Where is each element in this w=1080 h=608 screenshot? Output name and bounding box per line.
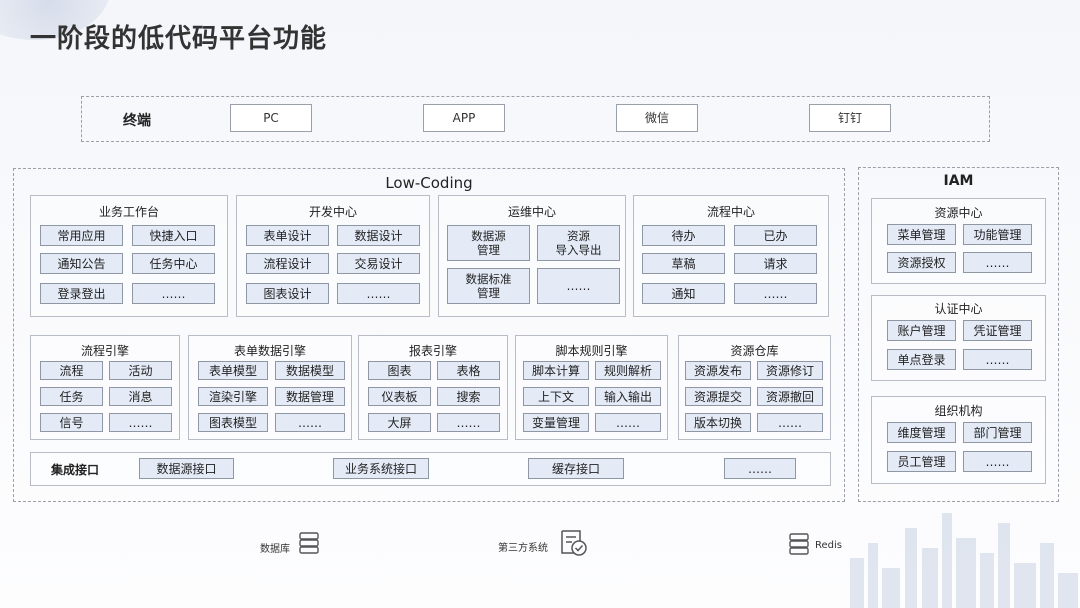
chip-task[interactable]: 任务	[40, 387, 103, 406]
chip-chart-design[interactable]: 图表设计	[246, 283, 329, 304]
redis-server-icon	[789, 533, 809, 555]
chip-more[interactable]: ……	[963, 252, 1032, 273]
section-title-dev-center: 开发中心	[308, 205, 357, 219]
chip-rule-parse[interactable]: 规则解析	[595, 361, 661, 380]
iam-title-auth-center: 认证中心	[934, 302, 983, 316]
chip-more[interactable]: ……	[337, 283, 420, 304]
chip-resource-publish[interactable]: 资源发布	[685, 361, 751, 380]
chip-more[interactable]: ……	[437, 413, 500, 432]
chip-signal[interactable]: 信号	[40, 413, 103, 432]
chip-process[interactable]: 流程	[40, 361, 103, 380]
chip-message[interactable]: 消息	[109, 387, 172, 406]
page-title: 一阶段的低代码平台功能	[30, 24, 328, 54]
engine-title-form-data: 表单数据引擎	[233, 344, 306, 358]
engine-title-report: 报表引擎	[408, 344, 457, 358]
chip-version-switch[interactable]: 版本切换	[685, 413, 751, 432]
iam-title-org-structure: 组织机构	[934, 404, 983, 418]
chip-menu-mgmt[interactable]: 菜单管理	[887, 224, 956, 245]
chip-context[interactable]: 上下文	[523, 387, 589, 406]
chip-more[interactable]: ……	[963, 349, 1032, 370]
bottom-label-database: 数据库	[260, 544, 290, 555]
chip-more[interactable]: ……	[109, 413, 172, 432]
chip-more[interactable]: ……	[132, 283, 215, 304]
terminal-app[interactable]: APP	[423, 104, 505, 132]
chip-big-screen[interactable]: 大屏	[368, 413, 431, 432]
chip-resource-auth[interactable]: 资源授权	[887, 252, 956, 273]
engine-title-resource-repo: 资源仓库	[730, 344, 779, 358]
chip-draft[interactable]: 草稿	[642, 253, 725, 274]
chip-business-system-api[interactable]: 业务系统接口	[333, 458, 429, 479]
engine-title-process: 流程引擎	[80, 344, 129, 358]
low-coding-title: Low-Coding	[385, 174, 473, 192]
chip-process-design[interactable]: 流程设计	[246, 253, 329, 274]
chip-search[interactable]: 搜索	[437, 387, 500, 406]
bottom-label-redis: Redis	[815, 540, 842, 551]
chip-cache-api[interactable]: 缓存接口	[528, 458, 624, 479]
terminal-label: 终端	[123, 113, 151, 129]
chip-data-model[interactable]: 数据模型	[275, 361, 345, 380]
chip-more[interactable]: ……	[757, 413, 823, 432]
chip-dashboard[interactable]: 仪表板	[368, 387, 431, 406]
chip-datasource-api[interactable]: 数据源接口	[139, 458, 234, 479]
chip-department-mgmt[interactable]: 部门管理	[963, 422, 1032, 443]
chip-data-standard-mgmt[interactable]: 数据标准 管理	[447, 268, 530, 304]
chip-credential-mgmt[interactable]: 凭证管理	[963, 320, 1032, 341]
chip-task-center[interactable]: 任务中心	[132, 253, 215, 274]
chip-resource-import-export[interactable]: 资源 导入导出	[537, 225, 620, 261]
chip-sso[interactable]: 单点登录	[887, 349, 956, 370]
chip-done[interactable]: 已办	[734, 225, 817, 246]
chip-common-apps[interactable]: 常用应用	[40, 225, 123, 246]
chip-more[interactable]: ……	[724, 458, 796, 479]
bottom-label-third-party: 第三方系统	[498, 543, 548, 554]
chip-notification[interactable]: 通知	[642, 283, 725, 304]
chip-resource-revise[interactable]: 资源修订	[757, 361, 823, 380]
chip-chart-model[interactable]: 图表模型	[198, 413, 268, 432]
chip-data-mgmt[interactable]: 数据管理	[275, 387, 345, 406]
chip-resource-withdraw[interactable]: 资源撤回	[757, 387, 823, 406]
terminal-dingtalk[interactable]: 钉钉	[809, 104, 891, 132]
chip-script-calc[interactable]: 脚本计算	[523, 361, 589, 380]
iam-title: IAM	[943, 173, 974, 189]
chip-data-design[interactable]: 数据设计	[337, 225, 420, 246]
chip-function-mgmt[interactable]: 功能管理	[963, 224, 1032, 245]
chip-render-engine[interactable]: 渲染引擎	[198, 387, 268, 406]
chip-activity[interactable]: 活动	[109, 361, 172, 380]
chip-notices[interactable]: 通知公告	[40, 253, 123, 274]
chip-variable-mgmt[interactable]: 变量管理	[523, 413, 589, 432]
chip-more[interactable]: ……	[537, 268, 620, 304]
chip-more[interactable]: ……	[963, 451, 1032, 472]
section-title-business-workbench: 业务工作台	[98, 205, 159, 219]
chip-form-design[interactable]: 表单设计	[246, 225, 329, 246]
chip-login-logout[interactable]: 登录登出	[40, 283, 123, 304]
third-party-system-icon	[561, 530, 587, 556]
chip-resource-submit[interactable]: 资源提交	[685, 387, 751, 406]
chip-more[interactable]: ……	[595, 413, 661, 432]
chip-chart[interactable]: 图表	[368, 361, 431, 380]
chip-transaction-design[interactable]: 交易设计	[337, 253, 420, 274]
database-icon	[299, 532, 319, 554]
chip-shortcuts[interactable]: 快捷入口	[132, 225, 215, 246]
chip-more[interactable]: ……	[734, 283, 817, 304]
chip-account-mgmt[interactable]: 账户管理	[887, 320, 956, 341]
terminal-wechat[interactable]: 微信	[616, 104, 698, 132]
chip-todo[interactable]: 待办	[642, 225, 725, 246]
chip-dimension-mgmt[interactable]: 维度管理	[887, 422, 956, 443]
chip-more[interactable]: ……	[275, 413, 345, 432]
chip-employee-mgmt[interactable]: 员工管理	[887, 451, 956, 472]
chip-datasource-mgmt[interactable]: 数据源 管理	[447, 225, 530, 261]
iam-title-resource-center: 资源中心	[934, 206, 983, 220]
terminal-pc[interactable]: PC	[230, 104, 312, 132]
chip-form-model[interactable]: 表单模型	[198, 361, 268, 380]
integration-label: 集成接口	[50, 463, 99, 477]
chip-table[interactable]: 表格	[437, 361, 500, 380]
chip-input-output[interactable]: 输入输出	[595, 387, 661, 406]
engine-title-script-rule: 脚本规则引擎	[555, 344, 628, 358]
chip-request[interactable]: 请求	[734, 253, 817, 274]
city-skyline-decoration	[850, 513, 1078, 608]
section-title-ops-center: 运维中心	[507, 205, 556, 219]
section-title-process-center: 流程中心	[706, 205, 755, 219]
